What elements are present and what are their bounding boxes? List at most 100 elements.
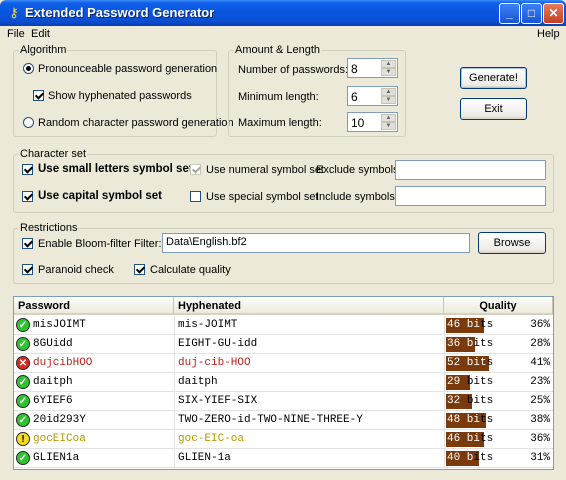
column-divider [444, 430, 445, 448]
check-status-icon: ✓ [16, 375, 30, 389]
quality-percent: 41% [530, 357, 550, 369]
paranoid-check-checkbox[interactable] [22, 264, 33, 275]
password-cell: 8GUidd [33, 338, 73, 350]
hyphenated-cell: duj-cib-HOO [178, 357, 251, 369]
pronounceable-radio[interactable] [23, 63, 34, 74]
capital-symbol-checkbox[interactable] [22, 191, 33, 202]
special-symbol-label[interactable]: Use special symbol set [206, 191, 319, 203]
quality-percent: 23% [530, 376, 550, 388]
table-row[interactable]: ✓ 8GUidd EIGHT-GU-idd 36 bits 28% [14, 335, 553, 354]
random-radio[interactable] [23, 117, 34, 128]
column-header-quality[interactable]: Quality [444, 297, 553, 315]
quality-percent: 38% [530, 414, 550, 426]
table-row[interactable]: ✓ misJOIMT mis-JOIMT 46 bits 36% [14, 316, 553, 335]
quality-bits: 32 bits [447, 395, 494, 407]
maximum-length-spinner[interactable]: 10 ▲ ▼ [347, 112, 398, 132]
column-divider [444, 316, 445, 334]
column-divider [444, 449, 445, 467]
quality-bits: 46 bits [447, 433, 494, 445]
menu-edit[interactable]: Edit [31, 28, 50, 40]
amount-length-legend: Amount & Length [235, 44, 321, 56]
column-divider [444, 411, 445, 429]
column-divider [174, 411, 175, 429]
show-hyphenated-checkbox[interactable] [33, 90, 44, 101]
browse-button[interactable]: Browse [478, 232, 546, 254]
column-divider [174, 335, 175, 353]
number-of-passwords-label: Number of passwords: [238, 64, 349, 76]
column-divider [444, 354, 445, 372]
table-row[interactable]: ✓ 20id293Y TWO-ZERO-id-TWO-NINE-THREE-Y 48 … [14, 411, 553, 430]
menu-file[interactable]: File [7, 28, 25, 40]
table-row[interactable]: ✓ daitph daitph 29 bits 23% [14, 373, 553, 392]
table-row[interactable]: ✓ 6YIEF6 SIX-YIEF-SIX 32 bits 25% [14, 392, 553, 411]
bloom-filter-checkbox[interactable] [22, 238, 33, 249]
numeral-checkbox[interactable] [190, 164, 201, 175]
pronounceable-label[interactable]: Pronounceable password generation [38, 63, 217, 75]
generate-button[interactable]: Generate! [460, 67, 527, 89]
password-cell: 20id293Y [33, 414, 86, 426]
maximize-button[interactable]: □ [521, 3, 542, 24]
hyphenated-cell: TWO-ZERO-id-TWO-NINE-THREE-Y [178, 414, 363, 426]
number-of-passwords-value[interactable]: 8 [351, 62, 358, 76]
error-status-icon: ✕ [16, 356, 30, 370]
close-button[interactable]: ✕ [543, 3, 564, 24]
window-title: Extended Password Generator [25, 5, 215, 20]
minimize-button[interactable]: _ [499, 3, 520, 24]
include-symbols-input[interactable] [395, 186, 546, 206]
column-divider [444, 373, 445, 391]
capital-symbol-label[interactable]: Use capital symbol set [38, 190, 162, 202]
column-divider [174, 392, 175, 410]
exclude-symbols-label: Exclude symbols: [316, 164, 402, 176]
exclude-symbols-input[interactable] [395, 160, 546, 180]
show-hyphenated-label[interactable]: Show hyphenated passwords [48, 90, 192, 102]
password-list[interactable]: Password Hyphenated Quality ✓ misJOIMT mis… [13, 296, 554, 470]
column-header-hyphenated[interactable]: Hyphenated [174, 297, 444, 315]
character-set-legend: Character set [20, 148, 87, 160]
hyphenated-cell: goc-EIC-oa [178, 433, 245, 445]
menu-help[interactable]: Help [537, 28, 560, 40]
calculate-quality-label[interactable]: Calculate quality [150, 264, 231, 276]
exit-button[interactable]: Exit [460, 98, 527, 120]
spin-up-icon[interactable]: ▲ [381, 60, 396, 68]
check-status-icon: ✓ [16, 318, 30, 332]
small-letters-label[interactable]: Use small letters symbol set [38, 163, 193, 175]
check-status-icon: ✓ [16, 413, 30, 427]
hyphenated-cell: mis-JOIMT [178, 319, 238, 331]
quality-percent: 25% [530, 395, 550, 407]
column-divider [174, 430, 175, 448]
hyphenated-cell: daitph [178, 376, 218, 388]
table-row[interactable]: ✓ GLIEN1a GLIEN-1a 40 bits 31% [14, 449, 553, 468]
password-cell: daitph [33, 376, 73, 388]
spin-up-icon[interactable]: ▲ [381, 88, 396, 96]
warning-status-icon: ! [16, 432, 30, 446]
main-window: ⚷ Extended Password Generator _ □ ✕ File… [0, 0, 566, 480]
password-cell: gocEICoa [33, 433, 86, 445]
number-of-passwords-spinner[interactable]: 8 ▲ ▼ [347, 58, 398, 78]
minimum-length-spinner[interactable]: 6 ▲ ▼ [347, 86, 398, 106]
filter-input[interactable]: Data\English.bf2 [162, 233, 470, 253]
spin-down-icon[interactable]: ▼ [381, 122, 396, 130]
check-status-icon: ✓ [16, 451, 30, 465]
title-bar[interactable]: ⚷ Extended Password Generator _ □ ✕ [0, 0, 566, 26]
menu-bar: File Edit Help [0, 26, 566, 43]
minimum-length-value[interactable]: 6 [351, 90, 358, 104]
filter-label: Filter: [134, 238, 162, 250]
spin-down-icon[interactable]: ▼ [381, 96, 396, 104]
bloom-filter-label[interactable]: Enable Bloom-filter [38, 238, 131, 250]
random-label[interactable]: Random character password generation [38, 117, 234, 129]
paranoid-check-label[interactable]: Paranoid check [38, 264, 114, 276]
maximum-length-value[interactable]: 10 [351, 116, 364, 130]
password-cell: misJOIMT [33, 319, 86, 331]
spin-down-icon[interactable]: ▼ [381, 68, 396, 76]
quality-percent: 36% [530, 433, 550, 445]
column-header-password[interactable]: Password [14, 297, 174, 315]
include-symbols-label: Include symbols: [316, 191, 398, 203]
table-row[interactable]: ! gocEICoa goc-EIC-oa 46 bits 36% [14, 430, 553, 449]
spin-up-icon[interactable]: ▲ [381, 114, 396, 122]
calculate-quality-checkbox[interactable] [134, 264, 145, 275]
table-row[interactable]: ✕ dujcibHOO duj-cib-HOO 52 bits 41% [14, 354, 553, 373]
numeral-label[interactable]: Use numeral symbol set [206, 164, 324, 176]
special-symbol-checkbox[interactable] [190, 191, 201, 202]
small-letters-checkbox[interactable] [22, 164, 33, 175]
minimum-length-label: Minimum length: [238, 91, 319, 103]
